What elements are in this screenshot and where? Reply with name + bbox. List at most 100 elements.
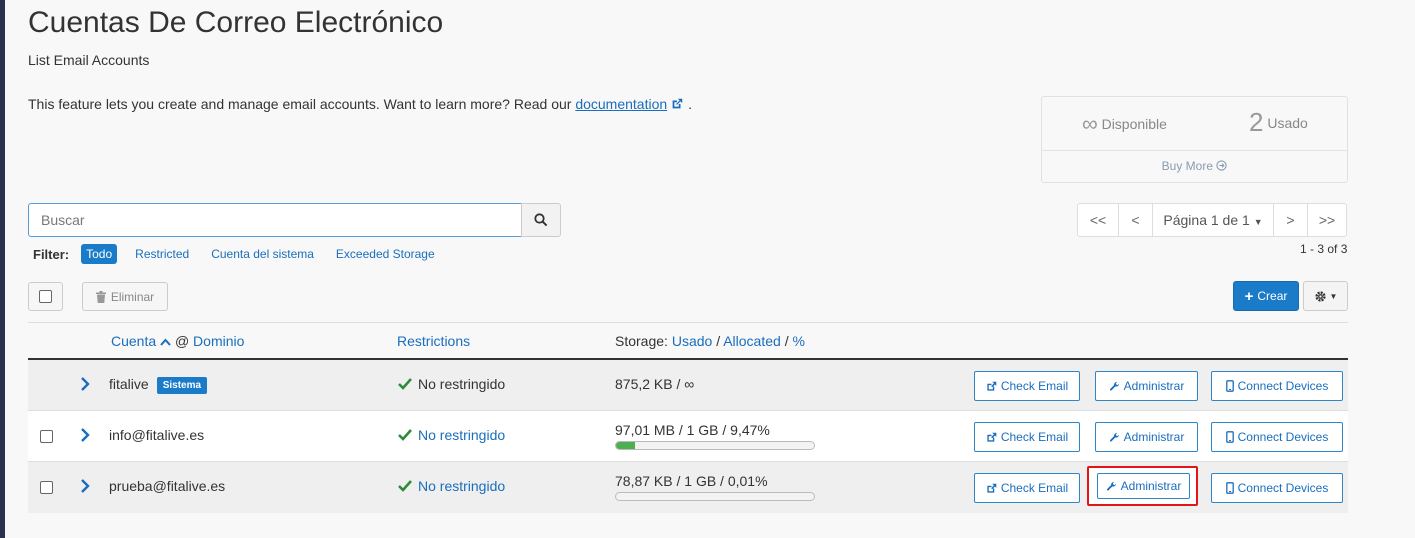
stat-available-label: Disponible xyxy=(1101,116,1167,132)
buy-more-link[interactable]: Buy More xyxy=(1042,159,1347,173)
manage-button[interactable]: Administrar xyxy=(1095,371,1198,401)
manage-button-inner[interactable]: Administrar xyxy=(1097,473,1190,499)
account-sort-link[interactable]: Cuenta xyxy=(111,333,156,349)
arrow-circle-right-icon xyxy=(1216,160,1227,171)
trash-icon xyxy=(95,290,106,303)
storage-percent-sort-link[interactable]: % xyxy=(792,333,804,349)
search-icon xyxy=(534,213,548,227)
external-link-icon xyxy=(987,432,997,442)
storage-prefix: Storage: xyxy=(615,333,668,349)
storage-progress-fill xyxy=(616,442,635,449)
connect-devices-label: Connect Devices xyxy=(1237,430,1329,444)
restriction-link[interactable]: No restringido xyxy=(418,478,505,494)
connect-devices-label: Connect Devices xyxy=(1237,481,1329,495)
left-sidebar-edge xyxy=(0,0,5,538)
row-checkbox[interactable] xyxy=(40,481,53,494)
storage-used-sort-link[interactable]: Usado xyxy=(672,333,712,349)
manage-label: Administrar xyxy=(1120,479,1182,493)
storage-separator: / xyxy=(784,333,789,349)
check-email-button[interactable]: Check Email xyxy=(974,422,1080,452)
manage-button-highlighted[interactable]: Administrar xyxy=(1087,466,1198,506)
wrench-icon xyxy=(1106,481,1116,491)
storage-separator: / xyxy=(716,333,721,349)
account-email: fitalive xyxy=(109,376,149,392)
account-domain-header: Cuenta @ Dominio xyxy=(111,333,244,349)
system-badge: Sistema xyxy=(156,377,208,394)
intro-sentence: This feature lets you create and manage … xyxy=(28,96,576,112)
caret-down-icon: ▼ xyxy=(1329,291,1338,301)
check-icon xyxy=(398,429,412,441)
intro-text: This feature lets you create and manage … xyxy=(28,96,692,112)
check-email-button[interactable]: Check Email xyxy=(974,371,1080,401)
filter-all[interactable]: Todo xyxy=(81,244,118,264)
connect-devices-button[interactable]: Connect Devices xyxy=(1211,371,1343,401)
wrench-icon xyxy=(1109,381,1119,391)
search-input[interactable] xyxy=(28,203,522,237)
row-checkbox[interactable] xyxy=(40,430,53,443)
plus-icon: + xyxy=(1244,287,1254,305)
settings-dropdown-button[interactable]: ▼ xyxy=(1303,281,1348,311)
manage-label: Administrar xyxy=(1123,379,1185,393)
page-subtitle: List Email Accounts xyxy=(28,52,150,68)
chevron-right-icon[interactable] xyxy=(80,376,90,392)
storage-progress-bar xyxy=(615,492,815,501)
stat-used: 2 Usado xyxy=(1249,107,1308,138)
next-page-button[interactable]: > xyxy=(1273,204,1307,236)
wrench-icon xyxy=(1109,432,1119,442)
chevron-right-icon[interactable] xyxy=(80,478,90,494)
pagination: << < Página 1 de 1 ▼ > >> xyxy=(1077,203,1347,237)
filter-bar: Filter: Todo Restricted Cuenta del siste… xyxy=(33,244,457,264)
connect-devices-button[interactable]: Connect Devices xyxy=(1211,473,1343,503)
delete-button[interactable]: Eliminar xyxy=(82,282,168,311)
page-select[interactable]: Página 1 de 1 ▼ xyxy=(1152,204,1273,236)
storage-usage: 875,2 KB / ∞ xyxy=(615,376,695,392)
check-icon xyxy=(398,378,412,390)
domain-sort-link[interactable]: Dominio xyxy=(193,333,244,349)
select-all-checkbox[interactable] xyxy=(39,290,52,303)
chevron-right-icon[interactable] xyxy=(80,427,90,443)
account-name: fitalive Sistema xyxy=(109,376,208,394)
documentation-link[interactable]: documentation xyxy=(575,96,667,112)
stat-used-value: 2 xyxy=(1249,107,1264,137)
stats-row: ∞ Disponible 2 Usado xyxy=(1042,97,1347,151)
check-email-label: Check Email xyxy=(1000,481,1069,495)
email-stats-panel: ∞ Disponible 2 Usado Buy More xyxy=(1041,96,1348,183)
account-email: prueba@fitalive.es xyxy=(109,478,226,494)
first-page-button[interactable]: << xyxy=(1078,204,1118,236)
manage-button[interactable]: Administrar xyxy=(1095,422,1198,452)
external-link-icon[interactable] xyxy=(670,97,684,111)
restrictions-sort-link[interactable]: Restrictions xyxy=(397,333,470,349)
external-link-icon xyxy=(987,381,997,391)
storage-allocated-sort-link[interactable]: Allocated xyxy=(723,333,781,349)
external-link-icon xyxy=(987,483,997,493)
connect-devices-label: Connect Devices xyxy=(1237,379,1329,393)
mobile-phone-icon xyxy=(1225,431,1234,443)
delete-label: Eliminar xyxy=(110,289,155,304)
check-email-label: Check Email xyxy=(1000,379,1069,393)
last-page-button[interactable]: >> xyxy=(1307,204,1346,236)
filter-system-account[interactable]: Cuenta del sistema xyxy=(211,247,314,261)
page-title: Cuentas De Correo Electrónico xyxy=(28,6,444,39)
select-all-button[interactable] xyxy=(28,282,63,311)
storage-usage: 97,01 MB / 1 GB / 9,47% xyxy=(615,422,770,438)
mobile-phone-icon xyxy=(1225,482,1234,494)
table-row: prueba@fitalive.es No restringido 78,87 … xyxy=(28,462,1348,513)
storage-usage: 78,87 KB / 1 GB / 0,01% xyxy=(615,473,768,489)
filter-restricted[interactable]: Restricted xyxy=(135,247,189,261)
table-row: fitalive Sistema No restringido 875,2 KB … xyxy=(28,360,1348,411)
table-header: Cuenta @ Dominio Restrictions Storage: U… xyxy=(28,322,1348,360)
search-button[interactable] xyxy=(521,203,561,237)
restriction-label: No restringido xyxy=(418,376,506,392)
restriction-link[interactable]: No restringido xyxy=(418,427,505,443)
check-email-button[interactable]: Check Email xyxy=(974,473,1080,503)
filter-exceeded-storage[interactable]: Exceeded Storage xyxy=(336,247,435,261)
connect-devices-button[interactable]: Connect Devices xyxy=(1211,422,1343,452)
at-separator: @ xyxy=(174,333,190,349)
sort-up-icon[interactable] xyxy=(160,338,171,346)
storage-progress-bar xyxy=(615,441,815,450)
prev-page-button[interactable]: < xyxy=(1118,204,1152,236)
restriction-status: No restringido xyxy=(398,427,505,443)
restriction-status: No restringido xyxy=(398,376,505,392)
caret-down-icon: ▼ xyxy=(1253,217,1263,227)
create-button[interactable]: + Crear xyxy=(1233,281,1299,311)
